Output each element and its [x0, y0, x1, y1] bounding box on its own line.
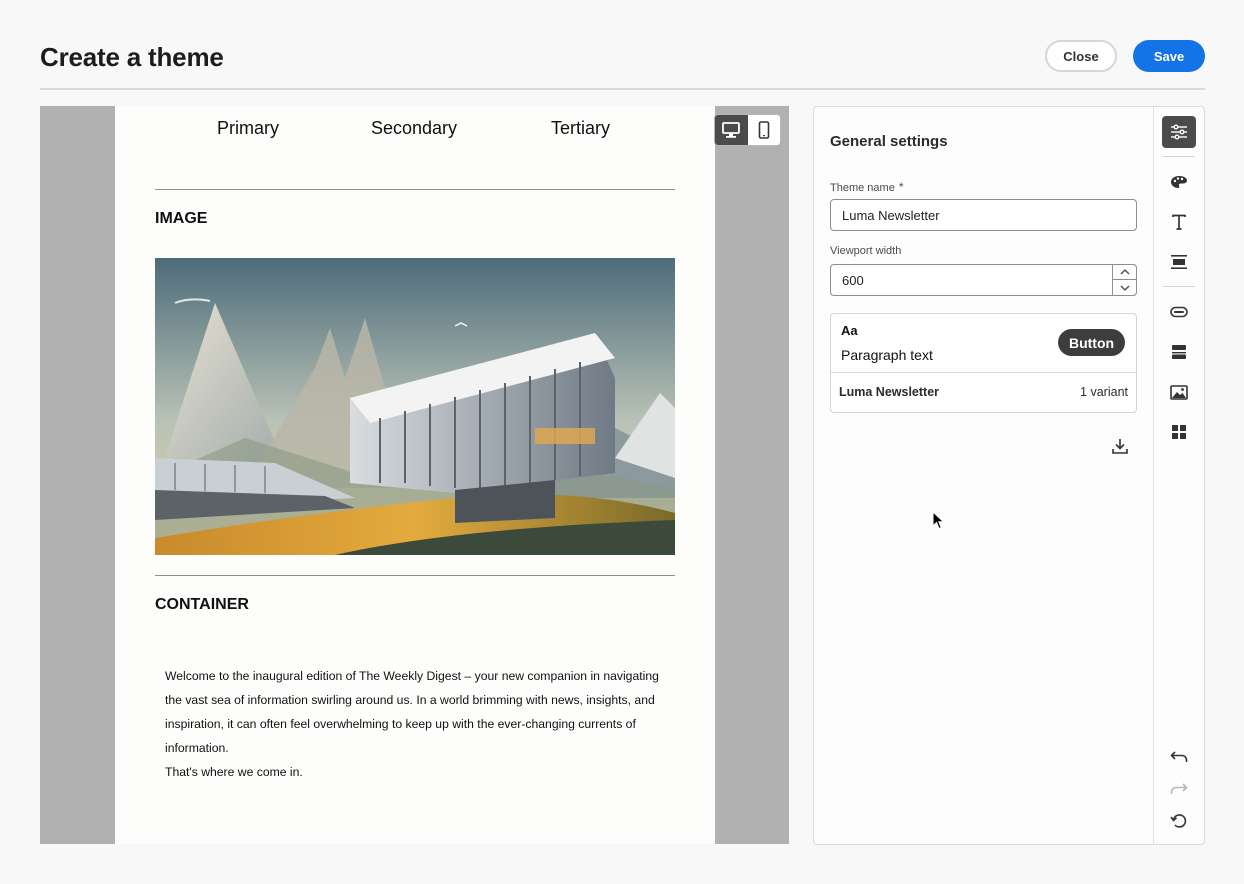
redo-icon	[1170, 783, 1188, 794]
nav-link-primary[interactable]: Primary	[217, 118, 279, 139]
divider	[155, 575, 675, 576]
mouse-cursor-icon	[932, 511, 945, 530]
device-toggle	[714, 114, 781, 146]
rail-divider	[1163, 286, 1195, 287]
container-icon	[1172, 345, 1186, 359]
card-divider	[831, 372, 1136, 373]
general-settings-icon	[1171, 124, 1187, 140]
general-settings-tool[interactable]	[1162, 116, 1196, 148]
mobile-icon	[758, 121, 770, 139]
desktop-icon	[722, 122, 741, 138]
desktop-view-button[interactable]	[715, 115, 748, 145]
button-icon	[1170, 306, 1188, 318]
theme-name-value: Luma Newsletter	[842, 207, 940, 223]
reset-icon	[1170, 814, 1187, 828]
stepper-decrement-button[interactable]	[1113, 280, 1136, 295]
paragraph-line: Welcome to the inaugural edition of The …	[165, 669, 659, 683]
nav-link-tertiary[interactable]: Tertiary	[551, 118, 610, 139]
email-nav: Primary Secondary Tertiary	[115, 118, 715, 142]
mobile-view-button[interactable]	[748, 115, 781, 145]
close-button[interactable]: Close	[1045, 40, 1117, 72]
viewport-width-label: Viewport width	[830, 245, 902, 257]
button-tool[interactable]	[1162, 296, 1196, 328]
text-icon	[1172, 214, 1186, 230]
container-tool[interactable]	[1162, 336, 1196, 368]
hero-image[interactable]	[155, 258, 675, 555]
required-asterisk: *	[898, 180, 904, 194]
general-settings-title: General settings	[830, 133, 948, 150]
paragraph-sample: Paragraph text	[841, 347, 933, 363]
theme-name-input[interactable]: Luma Newsletter	[830, 199, 1137, 231]
settings-panel: General settings Theme name * Luma Newsle…	[813, 106, 1205, 845]
intro-paragraph: Welcome to the inaugural edition of The …	[165, 664, 665, 784]
theme-name-label-text: Theme name	[830, 182, 895, 194]
colors-tool[interactable]	[1162, 166, 1196, 198]
viewport-stepper	[1112, 264, 1137, 296]
grid-icon	[1172, 425, 1186, 439]
stepper-increment-button[interactable]	[1113, 265, 1136, 280]
theme-card-name: Luma Newsletter	[839, 385, 940, 399]
image-tool[interactable]	[1162, 376, 1196, 408]
typography-tool[interactable]	[1162, 206, 1196, 238]
rail-divider	[1163, 156, 1195, 157]
chevron-up-icon	[1120, 269, 1129, 275]
redo-button[interactable]	[1162, 773, 1196, 805]
dialog-header: Create a theme Close Save	[40, 40, 1205, 88]
general-settings: General settings Theme name * Luma Newsle…	[814, 107, 1154, 844]
paragraph-line: inspiration, it can often feel overwhelm…	[165, 717, 636, 731]
viewport-width-value: 600	[842, 272, 864, 288]
divider-tool[interactable]	[1162, 246, 1196, 278]
heading-sample: Aa	[841, 323, 858, 338]
architecture-illustration	[155, 258, 675, 555]
grid-tool[interactable]	[1162, 416, 1196, 448]
viewport-width-input[interactable]: 600	[830, 264, 1137, 296]
theme-name-label: Theme name *	[830, 180, 903, 194]
reset-button[interactable]	[1162, 805, 1196, 837]
button-sample: Button	[1058, 329, 1125, 356]
paragraph-line: That's where we come in.	[165, 765, 303, 779]
image-icon	[1170, 384, 1188, 400]
container-section-label: CONTAINER	[155, 596, 249, 613]
chevron-down-icon	[1120, 285, 1129, 291]
header-divider	[40, 88, 1205, 90]
nav-link-secondary[interactable]: Secondary	[371, 118, 457, 139]
paragraph-line: the vast sea of information swirling aro…	[165, 693, 655, 707]
divider	[155, 189, 675, 190]
theme-variant-count: 1 variant	[1080, 385, 1128, 399]
undo-button[interactable]	[1162, 741, 1196, 773]
undo-icon	[1170, 751, 1188, 762]
email-preview-canvas: Primary Secondary Tertiary IMAGE CONTAIN…	[40, 106, 789, 844]
image-section-label: IMAGE	[155, 210, 208, 227]
download-button[interactable]	[1110, 436, 1130, 456]
divider-icon	[1171, 255, 1187, 269]
palette-icon	[1171, 176, 1187, 188]
download-icon	[1112, 439, 1128, 454]
email-body: Primary Secondary Tertiary IMAGE CONTAIN…	[115, 106, 715, 844]
tool-rail	[1154, 107, 1204, 844]
paragraph-line: information.	[165, 741, 229, 755]
save-button[interactable]: Save	[1133, 40, 1205, 72]
theme-preview-card[interactable]: Aa Paragraph text Button Luma Newsletter…	[830, 313, 1137, 413]
page-title: Create a theme	[40, 42, 224, 72]
